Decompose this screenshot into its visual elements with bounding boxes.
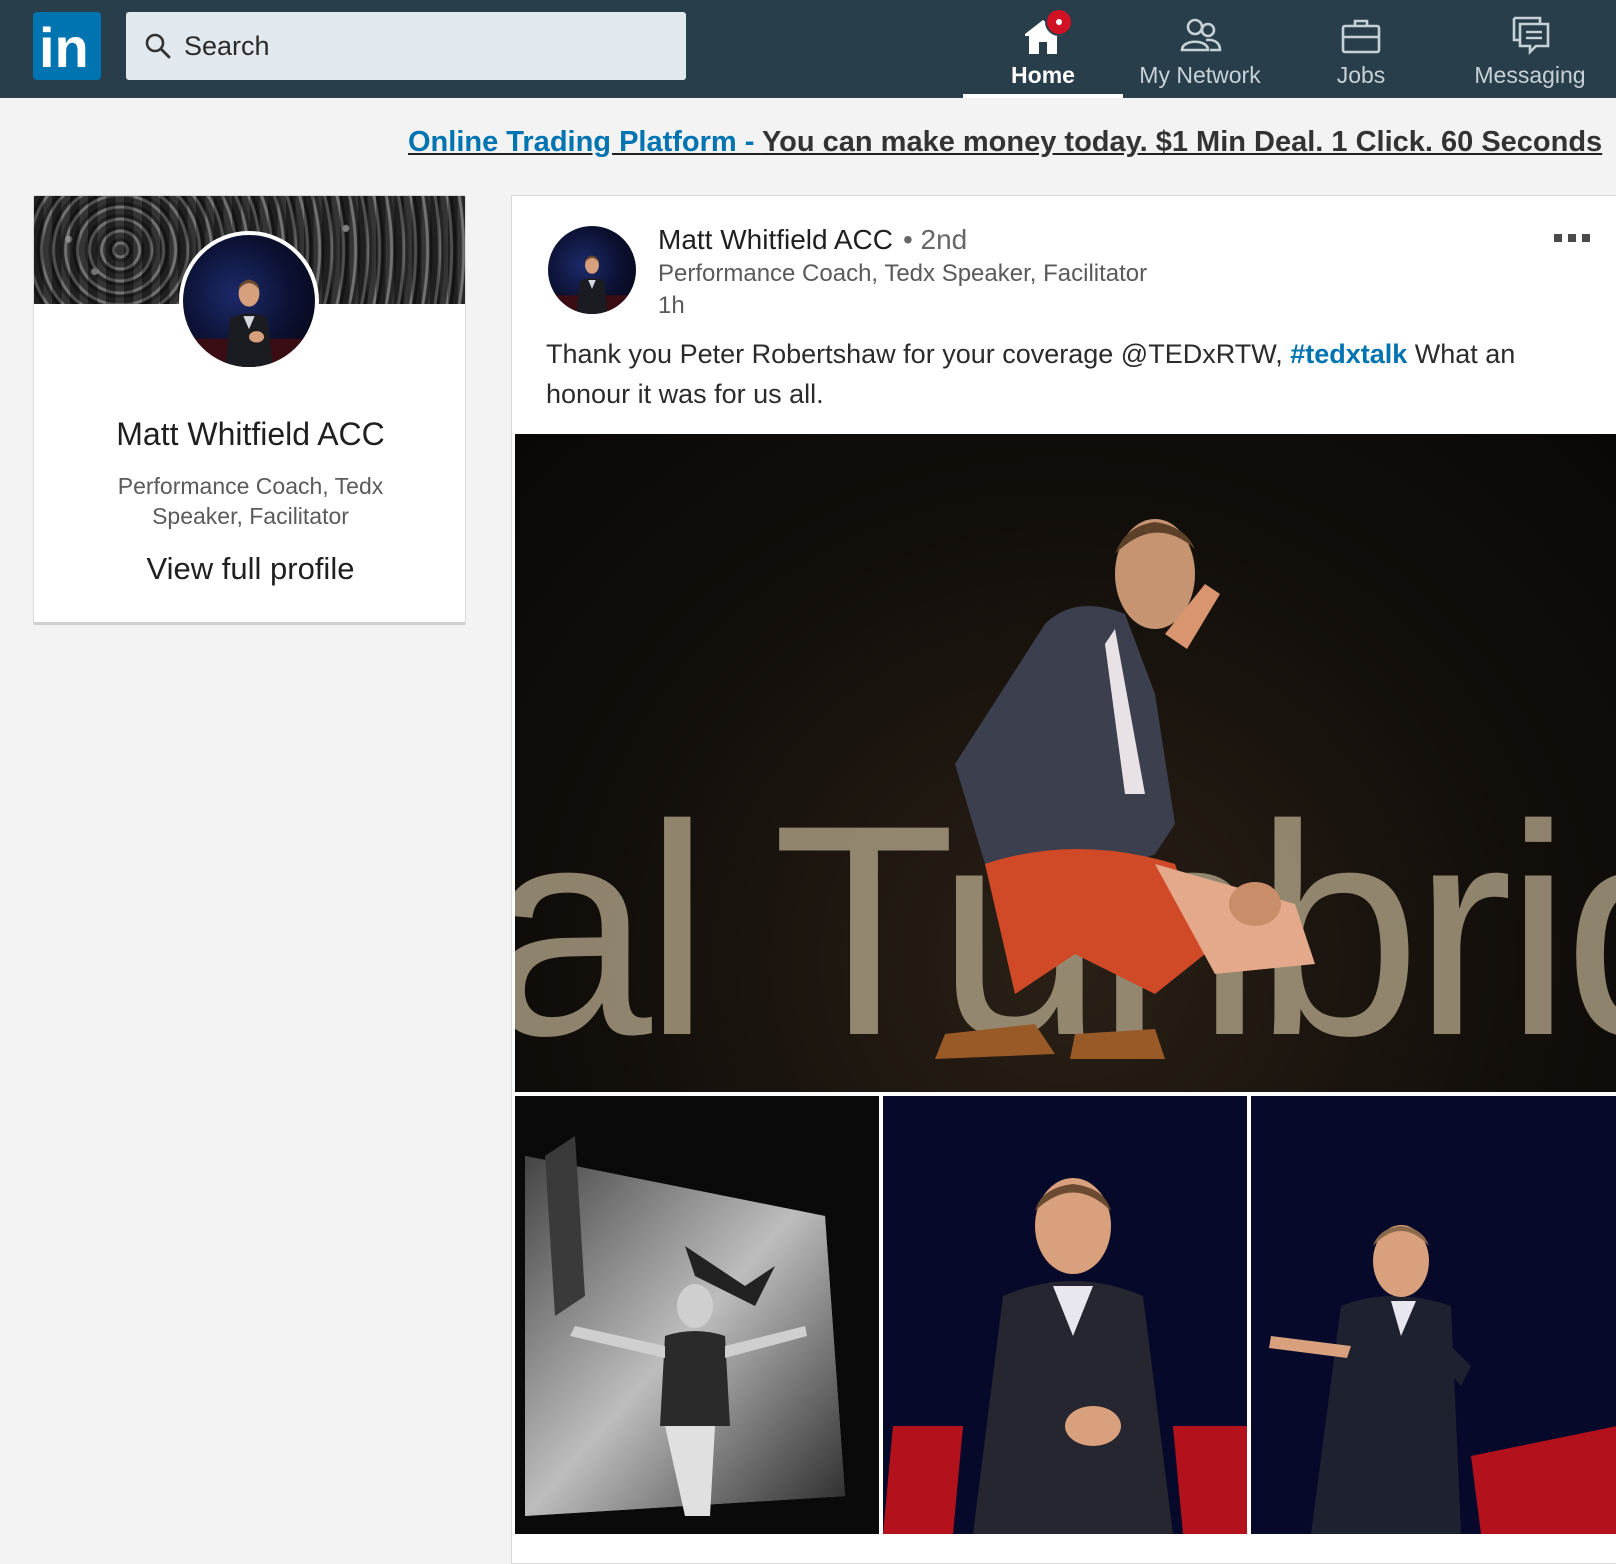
nav-messaging[interactable]: Messaging <box>1450 0 1610 98</box>
connection-degree: • 2nd <box>902 224 968 255</box>
post-main-photo[interactable]: al Tunbridge <box>515 434 1616 1092</box>
profile-name[interactable]: Matt Whitfield ACC <box>34 416 465 453</box>
svg-text:in: in <box>39 16 89 79</box>
sponsored-ad-link[interactable]: Online Trading Platform - You can make m… <box>408 126 1602 159</box>
ad-text[interactable]: You can make money today. $1 Min Deal. 1… <box>762 126 1602 158</box>
nav-messaging-label: Messaging <box>1474 62 1586 88</box>
post-body-text: Thank you Peter Robertshaw for your cove… <box>546 334 1596 414</box>
profile-avatar[interactable] <box>179 231 319 371</box>
post-photo-thumbnail[interactable] <box>1251 1096 1616 1534</box>
post-timestamp: 1h <box>658 292 685 319</box>
profile-headline: Performance Coach, Tedx Speaker, Facilit… <box>117 473 384 529</box>
search-icon <box>145 33 171 59</box>
nav-jobs-label: Jobs <box>1336 62 1386 88</box>
nav-home[interactable]: Home <box>963 0 1123 98</box>
ad-title[interactable]: Online Trading Platform - <box>408 126 762 158</box>
nav-jobs[interactable]: Jobs <box>1281 0 1441 98</box>
search-input[interactable] <box>182 29 666 63</box>
jobs-icon <box>1337 12 1385 58</box>
post-author-avatar[interactable] <box>548 226 636 314</box>
post-author-name-text[interactable]: Matt Whitfield ACC <box>658 224 893 255</box>
top-navigation-bar: in Home My Network <box>0 0 1616 98</box>
ellipsis-icon <box>1554 234 1562 242</box>
linkedin-logo-icon: in <box>39 16 89 79</box>
view-full-profile-link[interactable]: View full profile <box>34 551 465 587</box>
hashtag-link[interactable]: #tedxtalk <box>1290 339 1407 369</box>
post-author-headline: Performance Coach, Tedx Speaker, Facilit… <box>658 260 1148 287</box>
feed-post: Matt Whitfield ACC • 2nd Performance Coac… <box>511 195 1616 1564</box>
post-more-options-button[interactable] <box>1550 228 1594 248</box>
nav-home-label: Home <box>1011 62 1075 88</box>
messaging-icon <box>1506 12 1554 58</box>
search-box[interactable] <box>126 12 686 80</box>
linkedin-logo[interactable]: in <box>33 12 101 80</box>
notification-badge <box>1045 8 1073 36</box>
nav-my-network[interactable]: My Network <box>1120 0 1280 98</box>
nav-my-network-label: My Network <box>1139 62 1261 88</box>
post-photo-thumbnail[interactable] <box>515 1096 879 1534</box>
my-network-icon <box>1176 12 1224 58</box>
profile-card: Matt Whitfield ACC Performance Coach, Te… <box>33 195 466 625</box>
post-photo-thumbnail[interactable] <box>883 1096 1247 1534</box>
post-text-part: Thank you Peter Robertshaw for your cove… <box>546 339 1291 369</box>
post-author-name[interactable]: Matt Whitfield ACC • 2nd <box>658 224 967 256</box>
home-icon <box>1019 8 1073 58</box>
